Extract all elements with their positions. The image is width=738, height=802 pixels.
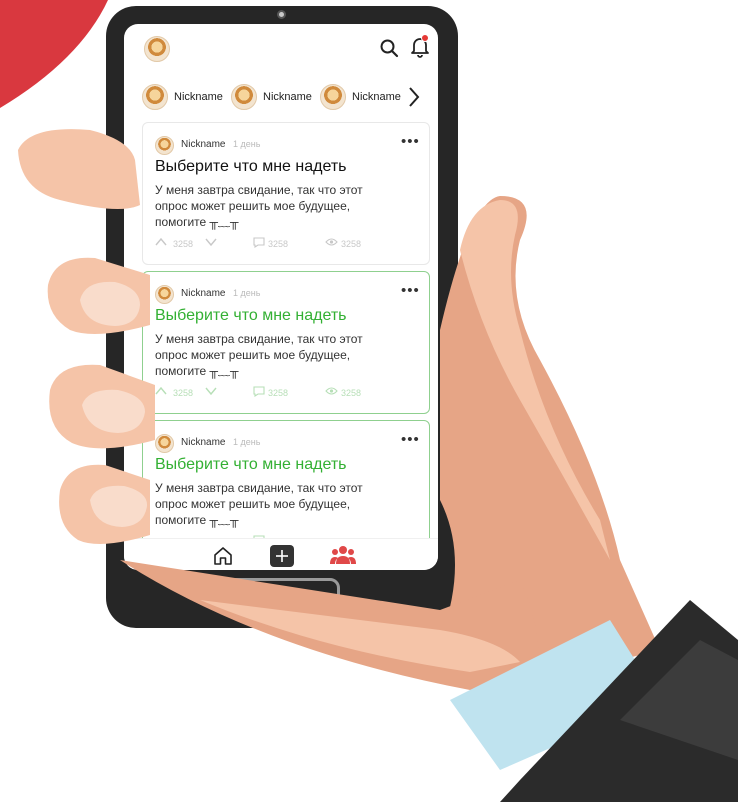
user-stories-strip: Nickname Nickname Nickname: [124, 80, 438, 116]
notification-badge: [421, 34, 429, 42]
bottom-navigation: [124, 538, 438, 570]
story-avatar: [231, 84, 257, 110]
post-body: У меня завтра свидание, так что этот опр…: [155, 481, 363, 527]
illustration-scene: Nickname Nickname Nickname Nickname 1 де…: [0, 0, 738, 802]
post-title[interactable]: Выберите что мне надеть: [155, 158, 347, 176]
views-count: 3258: [341, 239, 362, 249]
comment-icon: [253, 386, 265, 397]
story-item[interactable]: Nickname: [231, 82, 313, 112]
eye-icon: [325, 238, 338, 246]
post-author-avatar[interactable]: [155, 136, 174, 155]
post-author[interactable]: Nickname: [181, 139, 225, 150]
downvote-icon[interactable]: [205, 237, 217, 247]
post-time: 1 день: [233, 139, 261, 149]
post-author[interactable]: Nickname: [181, 288, 225, 299]
add-post-button[interactable]: [270, 545, 294, 567]
app-header: [124, 24, 438, 70]
plus-icon: [276, 550, 288, 562]
post-title[interactable]: Выберите что мне надеть: [155, 307, 347, 325]
eye-icon: [325, 387, 338, 395]
more-horizontal-icon[interactable]: •••: [401, 431, 420, 448]
more-horizontal-icon[interactable]: •••: [401, 282, 420, 299]
post-stats: 3258 3258 3258: [155, 384, 415, 402]
post-author-avatar[interactable]: [155, 285, 174, 304]
story-label: Nickname: [352, 91, 401, 103]
downvote-icon[interactable]: [205, 386, 217, 396]
story-item[interactable]: Nickname: [320, 82, 402, 112]
upvote-icon[interactable]: [155, 386, 167, 396]
post-card[interactable]: Nickname 1 день ••• Выберите что мне над…: [142, 271, 430, 414]
post-time: 1 день: [233, 437, 261, 447]
upvote-icon[interactable]: [155, 237, 167, 247]
post-time: 1 день: [233, 288, 261, 298]
post-author-avatar[interactable]: [155, 434, 174, 453]
vote-count: 3258: [173, 388, 194, 398]
front-camera: [277, 10, 286, 19]
post-card[interactable]: Nickname 1 день ••• Выберите что мне над…: [142, 122, 430, 265]
more-horizontal-icon[interactable]: •••: [401, 133, 420, 150]
phone-screen: Nickname Nickname Nickname Nickname 1 де…: [124, 24, 438, 570]
story-item[interactable]: Nickname: [142, 82, 224, 112]
phone-home-button[interactable]: [224, 578, 340, 608]
story-label: Nickname: [174, 91, 223, 103]
post-stats: 3258 3258 3258: [155, 235, 415, 253]
post-title[interactable]: Выберите что мне надеть: [155, 456, 347, 474]
chevron-right-icon[interactable]: [406, 84, 422, 110]
story-label: Nickname: [263, 91, 312, 103]
post-author[interactable]: Nickname: [181, 437, 225, 448]
story-avatar: [142, 84, 168, 110]
views-count: 3258: [341, 388, 362, 398]
comments-count: 3258: [268, 239, 289, 249]
comments-count: 3258: [268, 388, 289, 398]
comment-icon: [253, 237, 265, 248]
post-body: У меня завтра свидание, так что этот опр…: [155, 183, 363, 229]
profile-avatar[interactable]: [144, 36, 170, 62]
story-avatar: [320, 84, 346, 110]
search-icon[interactable]: [379, 38, 399, 58]
home-icon[interactable]: [212, 545, 234, 567]
vote-count: 3258: [173, 239, 194, 249]
post-body: У меня завтра свидание, так что этот опр…: [155, 332, 363, 378]
users-icon[interactable]: [330, 545, 356, 565]
